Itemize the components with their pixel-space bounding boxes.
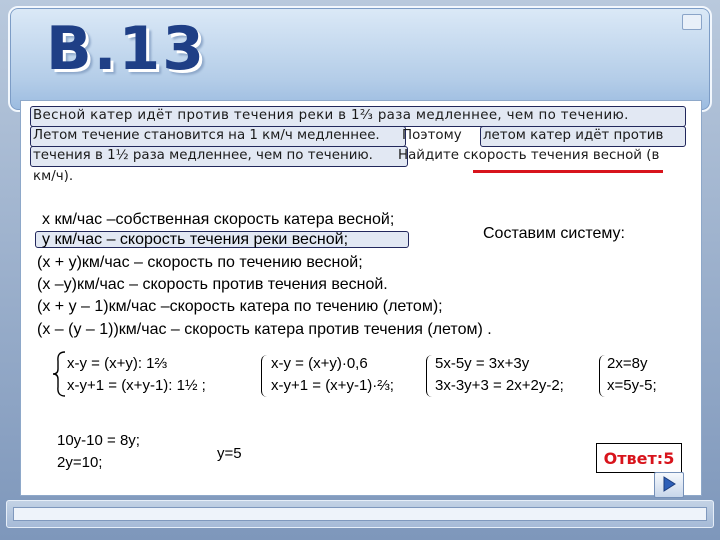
answer-box: Ответ:5 [596, 443, 682, 473]
solution-line-1: 10y-10 = 8y; [57, 432, 140, 449]
system-1-eq-2: x-y+1 = (x+y-1): 1½ ; [67, 377, 206, 394]
problem-line-1: Весной катер идёт против течения реки в … [33, 108, 629, 123]
answer-text: Ответ:5 [603, 449, 675, 468]
brace-4 [599, 355, 606, 397]
definition-5: (x + y – 1)км/час –скорость катера по те… [37, 298, 443, 315]
problem-line-2b: Поэтому [402, 128, 462, 143]
left-brace [53, 351, 66, 397]
definition-1: x км/час –собственная скорость катера ве… [42, 211, 395, 228]
system-4-eq-1: 2x=8y [607, 355, 648, 372]
system-2-eq-2: x-y+1 = (x+y-1)·⅔; [271, 377, 394, 394]
brace-3 [426, 355, 433, 397]
slide-title: В.13 [46, 14, 207, 84]
play-arrow-icon [663, 476, 676, 492]
header-decoration [682, 14, 702, 30]
problem-line-4: км/ч). [33, 169, 74, 184]
solution-result: y=5 [217, 445, 242, 462]
system-1-eq-1: x-y = (x+y): 1⅔ [67, 355, 168, 372]
next-slide-button[interactable] [654, 472, 684, 498]
solution-line-2: 2y=10; [57, 454, 103, 471]
system-3-eq-2: 3x-3y+3 = 2x+2y-2; [435, 377, 564, 394]
problem-line-2a: Летом течение становится на 1 км/ч медле… [33, 128, 380, 143]
system-4-eq-2: x=5y-5; [607, 377, 657, 394]
definition-4: (x –y)км/час – скорость против течения в… [37, 276, 388, 293]
definition-3: (x + y)км/час – скорость по течению весн… [37, 254, 363, 271]
question-underline [473, 170, 663, 173]
slide-footer [6, 500, 714, 528]
brace-2 [261, 355, 268, 397]
system-2-eq-1: x-y = (x+y)·0,6 [271, 355, 368, 372]
problem-line-2c: летом катер идёт против [483, 128, 664, 143]
problem-line-3a: течения в 1½ раза медленнее, чем по тече… [33, 148, 373, 163]
slide-header: В.13 [8, 6, 712, 112]
system-label: Составим систему: [483, 225, 625, 242]
definition-6: (x – (y – 1))км/час – скорость катера пр… [37, 321, 492, 338]
problem-line-3b: Найдите скорость течения весной (в [398, 148, 660, 163]
slide-content: Весной катер идёт против течения реки в … [20, 100, 702, 496]
definition-2: y км/час – скорость течения реки весной; [42, 231, 349, 248]
footer-bar [13, 507, 707, 521]
system-3-eq-1: 5x-5y = 3x+3y [435, 355, 530, 372]
